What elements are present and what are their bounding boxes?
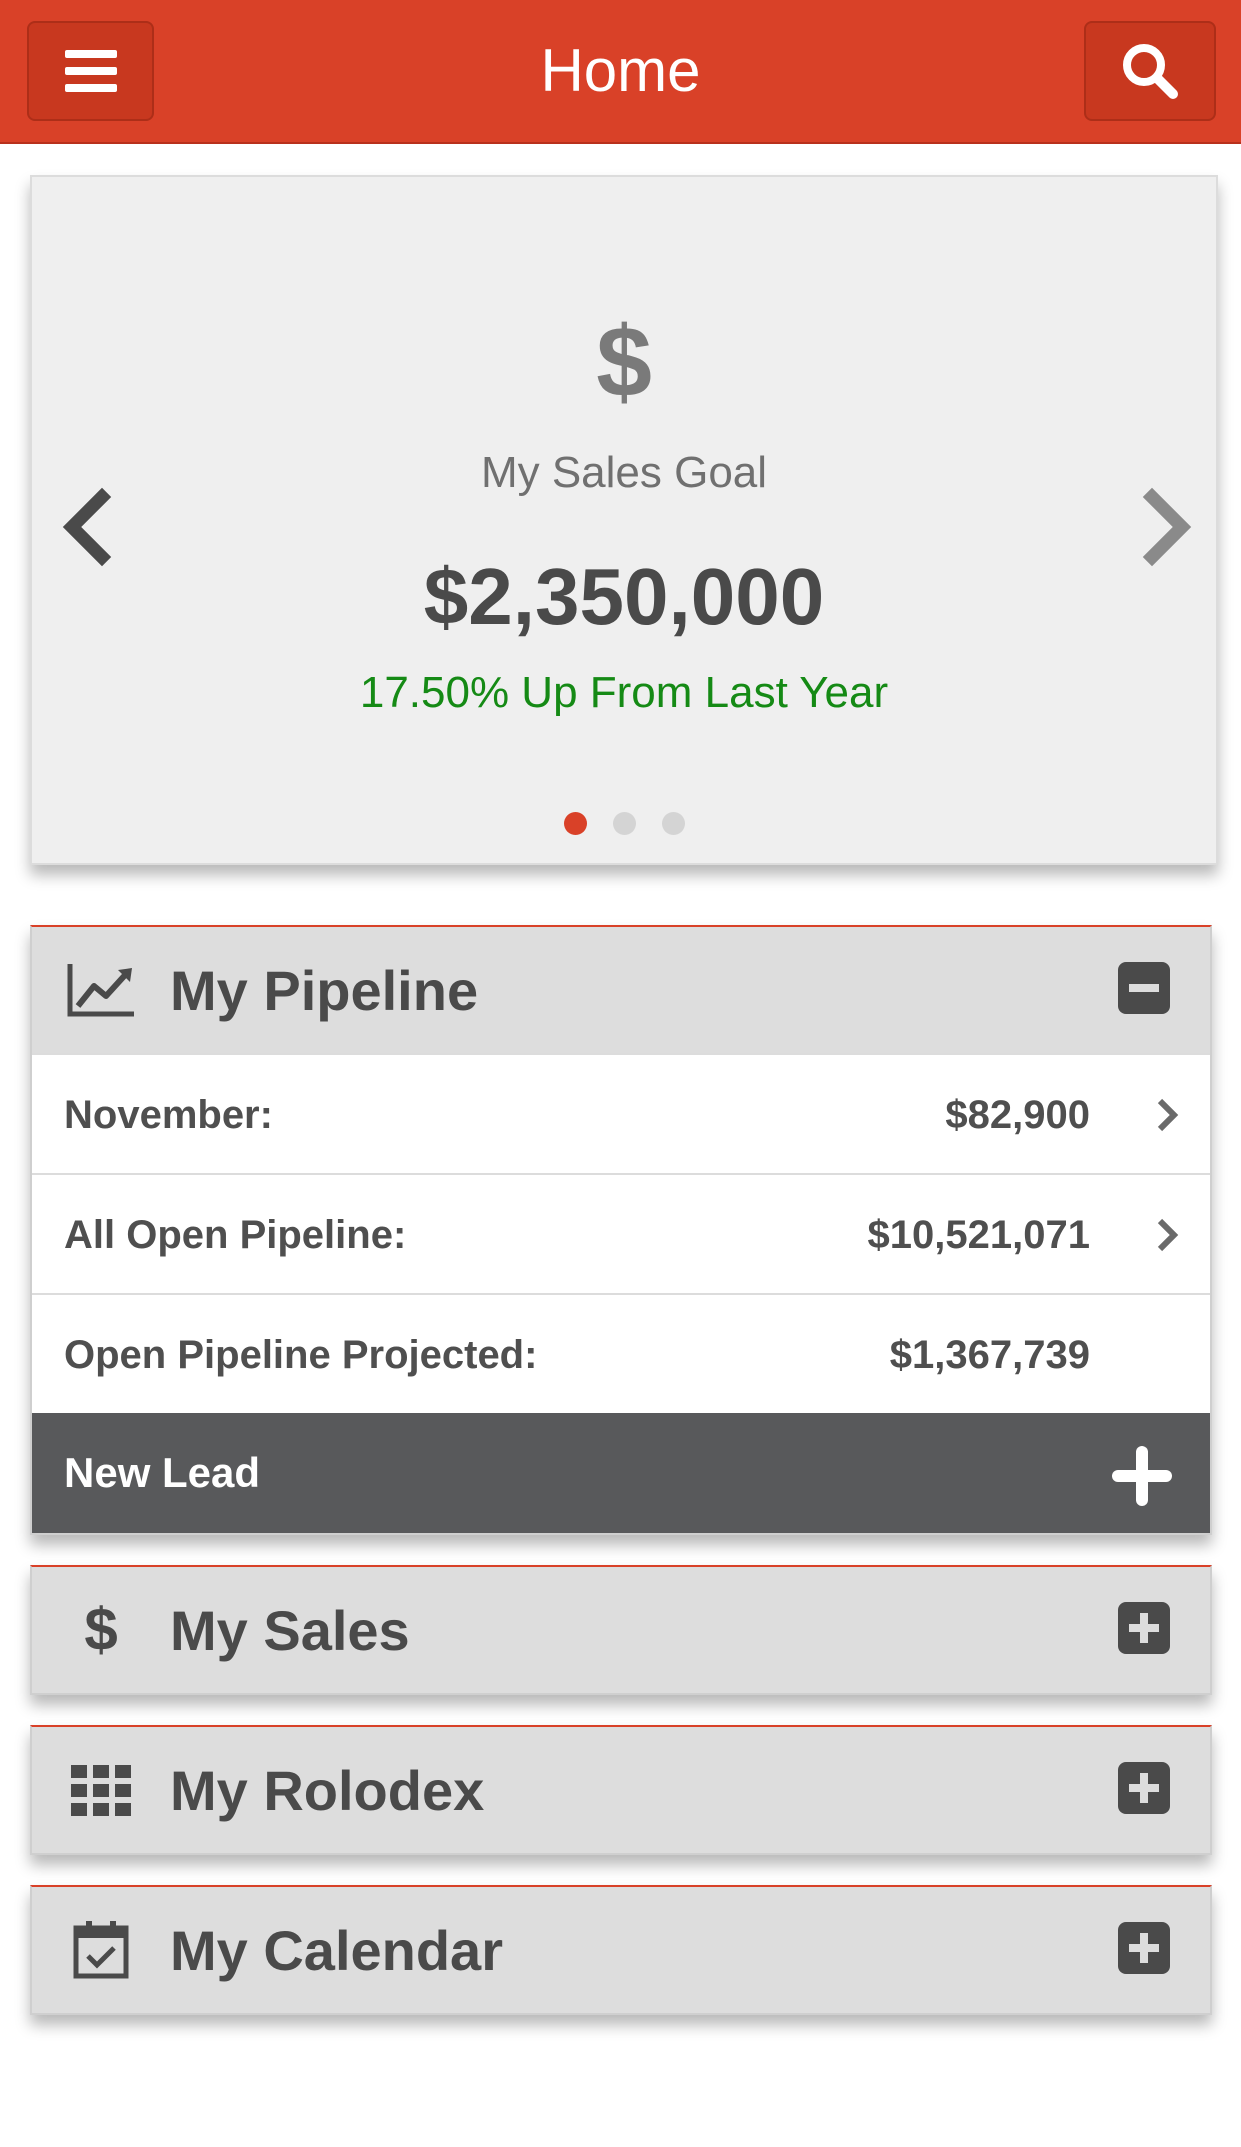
chevron-right-icon [1157, 1098, 1179, 1132]
chevron-right-icon [1157, 1218, 1179, 1252]
calendar-panel-header[interactable]: My Calendar [32, 1887, 1210, 2013]
pipeline-panel-header[interactable]: My Pipeline [32, 927, 1210, 1053]
pipeline-panel: My Pipeline November: $82,900 All Open P… [30, 925, 1212, 1535]
new-lead-label: New Lead [64, 1449, 261, 1496]
sales-goal-carousel[interactable]: $ My Sales Goal $2,350,000 17.50% Up Fro… [30, 175, 1218, 865]
grid-icon [71, 1765, 131, 1816]
sales-panel-header[interactable]: $ My Sales [32, 1567, 1210, 1693]
calendar-icon [73, 1921, 129, 1979]
calendar-panel: My Calendar [30, 1885, 1212, 2015]
carousel-pagination [32, 812, 1216, 835]
row-value: $82,900 [945, 1093, 1090, 1137]
page-title: Home [540, 37, 701, 104]
expand-plus-icon[interactable] [1118, 1602, 1170, 1654]
plus-icon [1112, 1446, 1172, 1506]
expand-plus-icon[interactable] [1118, 1762, 1170, 1814]
rolodex-title: My Rolodex [170, 1759, 485, 1822]
row-value: $1,367,739 [889, 1333, 1090, 1377]
line-chart-icon [67, 964, 134, 1017]
rolodex-panel: My Rolodex [30, 1725, 1212, 1855]
rolodex-panel-header[interactable]: My Rolodex [32, 1727, 1210, 1853]
expand-plus-icon[interactable] [1118, 1922, 1170, 1974]
carousel-next-arrow-icon[interactable] [1132, 477, 1202, 577]
collapse-minus-icon[interactable] [1118, 962, 1170, 1014]
search-button[interactable] [1084, 21, 1216, 121]
pipeline-title: My Pipeline [170, 959, 479, 1022]
sales-title: My Sales [170, 1599, 410, 1662]
pipeline-row-november[interactable]: November: $82,900 [32, 1053, 1210, 1173]
pipeline-row-projected: Open Pipeline Projected: $1,367,739 [32, 1293, 1210, 1413]
row-label: Open Pipeline Projected: [64, 1333, 538, 1377]
carousel-dot-3[interactable] [661, 812, 685, 835]
carousel-dot-2[interactable] [612, 812, 636, 835]
app-header: Home [0, 0, 1241, 144]
dollar-icon: $ [596, 306, 652, 418]
row-label: November: [64, 1093, 273, 1137]
sales-goal-label: My Sales Goal [480, 448, 768, 497]
pipeline-row-all-open[interactable]: All Open Pipeline: $10,521,071 [32, 1173, 1210, 1293]
carousel-dot-1[interactable] [563, 812, 587, 835]
search-icon [1123, 44, 1178, 99]
new-lead-button[interactable]: New Lead [32, 1413, 1210, 1533]
row-value: $10,521,071 [867, 1213, 1090, 1257]
sales-goal-value: $2,350,000 [423, 552, 825, 641]
sales-goal-change: 17.50% Up From Last Year [359, 668, 889, 717]
sales-panel: $ My Sales [30, 1565, 1212, 1695]
dollar-icon: $ [84, 1596, 118, 1663]
row-label: All Open Pipeline: [64, 1213, 407, 1257]
calendar-title: My Calendar [170, 1919, 503, 1982]
